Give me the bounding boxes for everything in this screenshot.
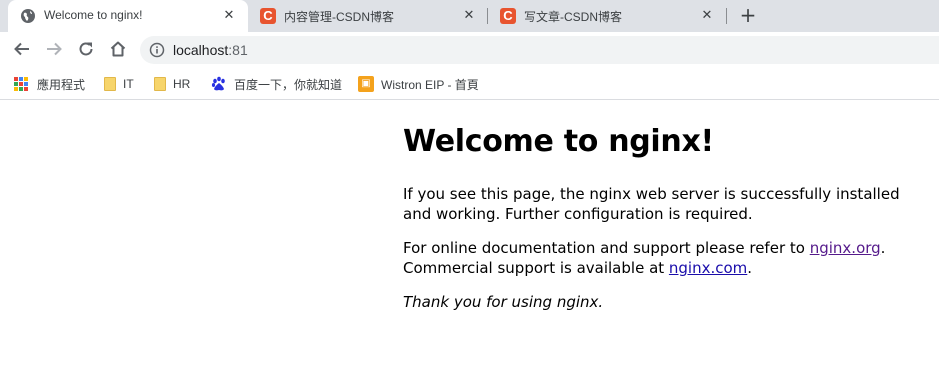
docs-text-prefix: For online documentation and support ple… bbox=[403, 239, 810, 257]
docs-paragraph: For online documentation and support ple… bbox=[403, 238, 923, 278]
tab-strip: Welcome to nginx! ✕ C 内容管理-CSDN博客 ✕ C 写文… bbox=[0, 0, 939, 32]
bookmark-folder-it[interactable]: IT bbox=[102, 74, 134, 94]
tab-close-icon[interactable]: ✕ bbox=[220, 7, 238, 25]
folder-icon bbox=[154, 77, 166, 91]
url-text[interactable]: localhost:81 bbox=[173, 42, 248, 58]
browser-toolbar: localhost:81 bbox=[0, 32, 939, 68]
url-host: localhost bbox=[173, 42, 229, 58]
bookmark-label: 應用程式 bbox=[37, 77, 86, 92]
tab-title: 写文章-CSDN博客 bbox=[524, 10, 622, 24]
reload-icon bbox=[77, 40, 95, 61]
thanks-paragraph: Thank you for using nginx. bbox=[403, 292, 923, 312]
tab-close-icon[interactable]: ✕ bbox=[698, 7, 716, 25]
nginx-org-link[interactable]: nginx.org bbox=[810, 239, 881, 257]
new-tab-button[interactable]: + bbox=[737, 4, 759, 26]
bookmark-apps[interactable]: 應用程式 bbox=[14, 74, 85, 94]
arrow-left-icon bbox=[13, 40, 31, 61]
tab-divider bbox=[726, 8, 727, 24]
tab-csdn-content[interactable]: C 内容管理-CSDN博客 ✕ bbox=[248, 0, 488, 32]
csdn-icon: C bbox=[500, 8, 516, 24]
reload-button[interactable] bbox=[74, 38, 98, 62]
bookmarks-bar: 應用程式 IT HR 百度一下，你就知道 ▣ Wistron EIP - 首頁 bbox=[0, 68, 939, 100]
nginx-com-link[interactable]: nginx.com bbox=[669, 259, 747, 277]
home-button[interactable] bbox=[106, 38, 130, 62]
globe-icon bbox=[20, 8, 36, 24]
home-icon bbox=[109, 40, 127, 61]
tab-welcome-nginx[interactable]: Welcome to nginx! ✕ bbox=[8, 0, 248, 32]
commercial-text: Commercial support is available at bbox=[403, 259, 669, 277]
bookmark-wistron-eip[interactable]: ▣ Wistron EIP - 首頁 bbox=[358, 74, 479, 94]
csdn-icon: C bbox=[260, 8, 276, 24]
bookmark-baidu[interactable]: 百度一下，你就知道 bbox=[211, 74, 342, 94]
thanks-text: Thank you for using nginx. bbox=[403, 293, 604, 311]
forward-button[interactable] bbox=[42, 38, 66, 62]
arrow-right-icon bbox=[45, 40, 63, 61]
baidu-paw-icon bbox=[211, 76, 227, 92]
bookmark-folder-hr[interactable]: HR bbox=[152, 74, 190, 94]
tab-title: 内容管理-CSDN博客 bbox=[284, 10, 394, 24]
page-content: Welcome to nginx! If you see this page, … bbox=[403, 101, 923, 326]
tab-csdn-write[interactable]: C 写文章-CSDN博客 ✕ bbox=[488, 0, 726, 32]
bookmark-label: 百度一下，你就知道 bbox=[234, 77, 343, 92]
wistron-icon: ▣ bbox=[358, 76, 374, 92]
docs-text-suffix: . bbox=[747, 259, 753, 277]
bookmark-label: IT bbox=[123, 77, 134, 91]
back-button[interactable] bbox=[10, 38, 34, 62]
url-port: :81 bbox=[228, 42, 248, 58]
bookmark-label: HR bbox=[173, 77, 191, 91]
page-heading: Welcome to nginx! bbox=[403, 124, 714, 159]
tab-close-icon[interactable]: ✕ bbox=[460, 7, 478, 25]
folder-icon bbox=[104, 77, 116, 91]
apps-grid-icon bbox=[14, 76, 30, 93]
tab-title: Welcome to nginx! bbox=[44, 8, 143, 22]
info-icon[interactable] bbox=[149, 42, 165, 58]
address-bar[interactable]: localhost:81 bbox=[140, 36, 939, 64]
bookmark-label: Wistron EIP - 首頁 bbox=[381, 77, 479, 92]
intro-paragraph: If you see this page, the nginx web serv… bbox=[403, 185, 900, 223]
